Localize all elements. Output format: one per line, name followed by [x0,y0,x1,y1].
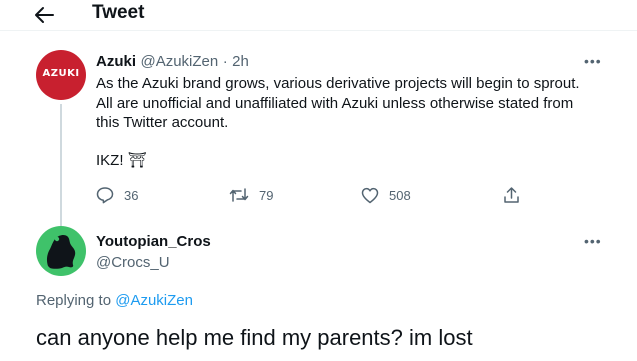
avatar[interactable]: AZUKI [36,50,86,100]
tweet-text: As the Azuki brand grows, various deriva… [96,75,580,132]
reply-button[interactable]: 36 [96,183,138,207]
page-title: Tweet [92,2,145,23]
share-icon [504,187,519,203]
like-button[interactable]: 508 [361,183,411,207]
silhouette-image [46,234,76,269]
reply-text: can anyone help me find my parents? im l… [36,325,473,350]
tweet-author-line: Azuki @AzukiZen · 2h [96,53,249,71]
arrow-left-icon [35,7,54,23]
more-options-icon[interactable]: ••• [584,233,602,249]
top-bar: Tweet [0,0,637,30]
author-handle[interactable]: @AzukiZen [140,53,218,70]
replying-to-line: Replying to @AzukiZen [36,292,193,309]
header-divider [0,30,637,31]
avatar[interactable] [36,226,86,276]
reply-author-name[interactable]: Youtopian_Cros [96,233,211,250]
share-button[interactable] [503,183,520,207]
reply-icon [96,187,114,204]
thread-line [60,104,62,226]
tweet-time[interactable]: 2h [232,53,249,70]
reply-author-handle[interactable]: @Crocs_U [96,254,170,271]
retweet-icon [229,188,249,202]
more-options-icon[interactable]: ••• [584,53,602,69]
reply-count: 36 [124,187,139,203]
like-count: 508 [389,187,411,203]
meta-separator: · [222,53,228,70]
replying-to-link[interactable]: @AzukiZen [115,292,193,309]
replying-to-label: Replying to [36,292,112,309]
back-button[interactable] [33,4,59,26]
tweet-text-2: IKZ! ⛩ [96,152,147,169]
author-name[interactable]: Azuki [96,53,136,70]
avatar-logo-text: AZUKI [42,68,80,79]
heart-icon [361,187,379,203]
retweet-count: 79 [259,187,274,203]
retweet-button[interactable]: 79 [229,183,273,207]
